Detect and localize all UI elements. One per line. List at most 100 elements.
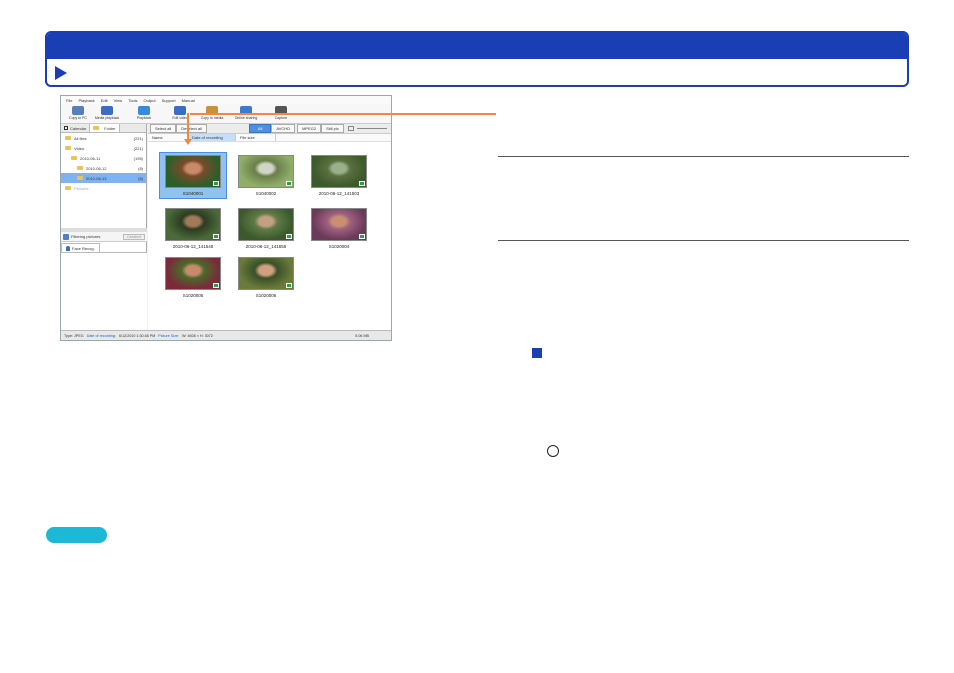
select-all-button[interactable]: Select all — [150, 124, 177, 133]
thumbnail-image — [238, 155, 294, 188]
thumbnail-caption: S1040002 — [255, 191, 277, 196]
toolbar-button-label: Media playback — [94, 116, 120, 120]
tree-item[interactable]: 2010-06-13 (8) — [61, 173, 146, 183]
filter-still-button[interactable]: Still pic — [321, 124, 344, 133]
tab-folder[interactable]: Folder — [90, 124, 120, 132]
person-icon — [66, 245, 70, 251]
photo-badge-icon — [213, 283, 219, 288]
tree-item[interactable]: 2010-06-11 (195) — [61, 153, 146, 163]
tab-calendar[interactable]: Calendar — [61, 124, 91, 132]
filter-avchd-button[interactable]: AVCHD — [271, 124, 296, 133]
thumbnail-image — [238, 257, 294, 290]
zoom-slider[interactable] — [356, 128, 387, 129]
edit-video-icon — [174, 106, 186, 115]
divider-line — [498, 240, 909, 241]
filter-all-button[interactable]: All — [248, 124, 272, 133]
toolbar-button-label: Copy to media — [200, 116, 224, 120]
media-playback-icon — [101, 106, 113, 115]
photo-badge-icon — [213, 234, 219, 239]
folder-icon — [71, 156, 77, 160]
status-date-value: 6/12/2010 1:30:48 PM — [119, 334, 156, 338]
folder-icon — [77, 166, 83, 170]
callout-arrowhead — [184, 139, 192, 145]
tab-calendar-label: Calendar — [70, 125, 87, 131]
tree-item-label: All files — [74, 135, 87, 141]
folder-tree: All files (221) Video (221) 2010-06-11 (195) 2… — [61, 133, 146, 193]
toolbar-button-label: Edit video — [172, 116, 188, 120]
callout-line-vertical — [187, 113, 189, 140]
sort-column-file-size[interactable]: File size — [236, 134, 276, 141]
tree-item[interactable]: Pictures — [61, 183, 146, 193]
note-label-pill — [46, 527, 107, 543]
divider-line — [498, 156, 909, 157]
tree-item[interactable]: Video (221) — [61, 143, 146, 153]
play-triangle-icon — [55, 66, 67, 80]
section-marker-square — [532, 348, 542, 358]
sort-column-name[interactable]: Name — [148, 134, 188, 141]
toolbar-button-label: Capture — [274, 116, 288, 120]
thumbnail-image — [238, 208, 294, 241]
thumbnail-caption: S1020006 — [255, 293, 277, 298]
status-size-label: Picture Size: — [158, 334, 179, 338]
status-type: Type: JPEG — [64, 334, 84, 338]
thumbnail-caption: S1020004 — [328, 244, 350, 249]
view-grid-icon[interactable] — [347, 126, 354, 131]
folder-icon — [93, 126, 100, 130]
deselect-all-button[interactable]: Deselect all — [176, 124, 207, 133]
callout-line-horizontal — [190, 113, 496, 115]
tree-item-label: Pictures — [74, 185, 89, 191]
tree-item-count: (221) — [133, 145, 143, 151]
filter-bar: Filtering pictures Deselect — [61, 232, 147, 242]
thumbnail-caption: S1040001 — [182, 191, 204, 196]
main-pane: Select all Deselect all All AVCHD MPEG2 … — [148, 124, 391, 330]
menu-item-view[interactable]: View — [114, 98, 123, 103]
thumbnail-image — [165, 155, 221, 188]
folder-icon — [77, 176, 83, 180]
tree-item[interactable]: All files (221) — [61, 133, 146, 143]
menu-item-edit[interactable]: Edit — [101, 98, 108, 103]
tab-face-recognition[interactable]: Face Recog. — [61, 243, 100, 252]
tree-item-label: 2010-06-11 — [80, 155, 101, 161]
photo-badge-icon — [286, 234, 292, 239]
banner-title-bar — [47, 33, 907, 59]
status-filesize: 5.06 MB — [355, 334, 369, 338]
tree-item-label: 2010-06-12 — [86, 165, 107, 171]
filter-mpeg2-button[interactable]: MPEG2 — [297, 124, 322, 133]
tree-item-count: (221) — [133, 135, 143, 141]
tree-item[interactable]: 2010-06-12 (8) — [61, 163, 146, 173]
menu-item-manual[interactable]: Manual — [182, 98, 195, 103]
status-bar: Type: JPEG Date of recording: 6/12/2010 … — [61, 330, 391, 340]
photo-badge-icon — [359, 181, 365, 186]
toolbar-button-label: Copy to PC — [69, 116, 87, 120]
deselect-button[interactable]: Deselect — [123, 233, 145, 240]
toolbar-button-label: Online sharing — [234, 116, 258, 120]
status-size-value: W: 4608 × H: 3072 — [182, 334, 213, 338]
tree-item-count: (8) — [138, 165, 143, 171]
menu-item-output[interactable]: Output — [144, 98, 156, 103]
thumbnail-caption: 2010-06-12_141503 — [318, 191, 360, 196]
thumbnail-caption: 2010-06-12_141655 — [245, 244, 287, 249]
app-screenshot: File Playback Edit View Tools Output Support Ma… — [60, 95, 392, 341]
toolbar-button-playback[interactable]: Playback — [129, 106, 159, 120]
face-recognition-area — [61, 252, 147, 330]
menu-item-tools[interactable]: Tools — [128, 98, 137, 103]
photo-badge-icon — [286, 181, 292, 186]
folder-icon — [65, 146, 71, 150]
toolbar-button-label: Playback — [136, 116, 152, 120]
copy-to-pc-icon — [72, 106, 84, 115]
sort-column-date-of-recording[interactable]: Date of recording — [188, 134, 236, 141]
menu-bar: File Playback Edit View Tools Output Support Ma… — [61, 96, 391, 104]
toolbar-button-copy-to-pc[interactable]: Copy to PC — [63, 106, 93, 120]
menu-item-support[interactable]: Support — [162, 98, 176, 103]
menu-item-playback[interactable]: Playback — [78, 98, 94, 103]
tree-item-count: (195) — [133, 155, 143, 161]
tree-item-label: 2010-06-13 — [86, 175, 107, 181]
thumbnail-image — [165, 257, 221, 290]
left-pane: Calendar Folder All files (221) Video (221)… — [61, 124, 147, 330]
filter-icon[interactable] — [63, 233, 69, 240]
tab-folder-label: Folder — [104, 125, 116, 131]
toolbar-button-media-playback[interactable]: Media playback — [92, 106, 122, 120]
filter-row: Select all Deselect all All AVCHD MPEG2 … — [148, 124, 391, 134]
menu-item-file[interactable]: File — [66, 98, 72, 103]
calendar-icon — [64, 126, 68, 130]
